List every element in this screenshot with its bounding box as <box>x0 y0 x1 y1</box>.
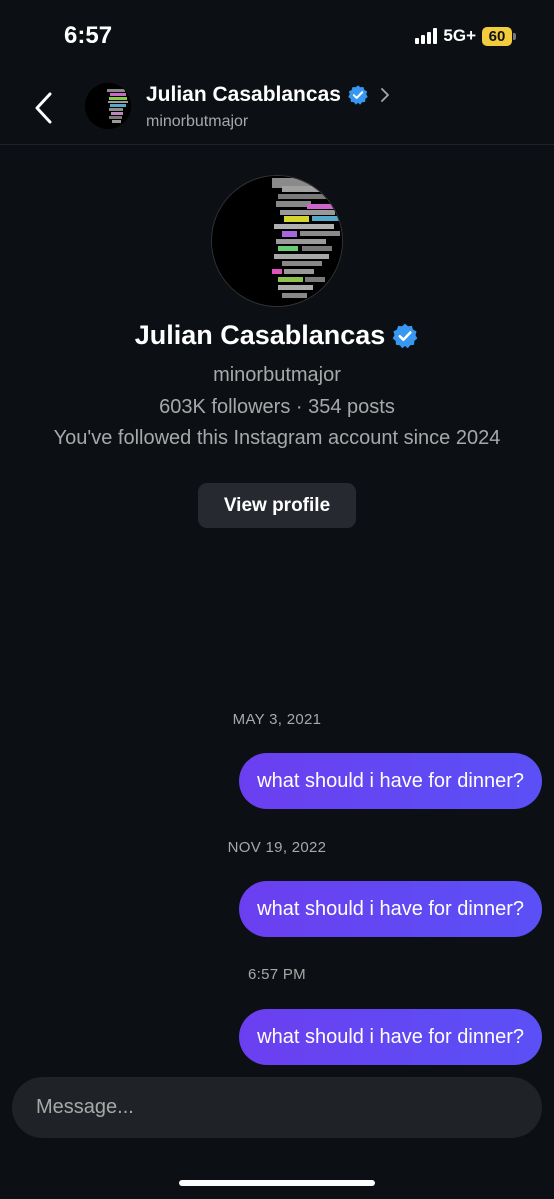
date-separator: 6:57 PM <box>248 966 306 983</box>
header-handle: minorbutmajor <box>146 113 249 130</box>
message-bubble[interactable]: what should i have for dinner? <box>239 753 542 809</box>
view-profile-button[interactable]: View profile <box>198 483 356 528</box>
message-bubble[interactable]: what should i have for dinner? <box>239 881 542 937</box>
profile-avatar[interactable] <box>212 176 342 306</box>
profile-name-row: Julian Casablancas <box>0 320 554 351</box>
verified-badge-icon <box>392 323 418 348</box>
verified-badge-icon <box>348 85 368 105</box>
follow-since-text: You've followed this Instagram account s… <box>53 427 501 449</box>
network-type: 5G+ <box>443 26 476 45</box>
profile-name: Julian Casablancas <box>134 320 386 350</box>
message-input[interactable] <box>12 1077 542 1138</box>
profile-stats: 603K followers · 354 posts <box>159 396 395 418</box>
signal-bars-icon <box>415 28 438 44</box>
chat-header: Julian Casablancas minorbutmajor <box>0 72 554 145</box>
profile-handle: minorbutmajor <box>213 364 341 386</box>
header-avatar[interactable] <box>85 83 131 129</box>
date-separator: NOV 19, 2022 <box>227 839 327 856</box>
back-button[interactable] <box>26 86 64 130</box>
chevron-right-icon <box>381 88 389 102</box>
status-indicators: 5G+ 60 <box>415 26 516 46</box>
status-bar: 6:57 5G+ 60 <box>0 0 554 72</box>
date-separator: MAY 3, 2021 <box>232 711 322 728</box>
back-chevron-icon <box>35 92 52 124</box>
battery-icon: 60 <box>482 26 516 46</box>
message-bubble[interactable]: what should i have for dinner? <box>239 1009 542 1065</box>
header-name: Julian Casablancas <box>146 83 341 106</box>
header-name-row[interactable]: Julian Casablancas <box>146 83 391 107</box>
home-indicator <box>179 1180 375 1186</box>
battery-level: 60 <box>482 26 512 46</box>
status-time: 6:57 <box>64 22 113 49</box>
message-composer <box>12 1077 542 1138</box>
